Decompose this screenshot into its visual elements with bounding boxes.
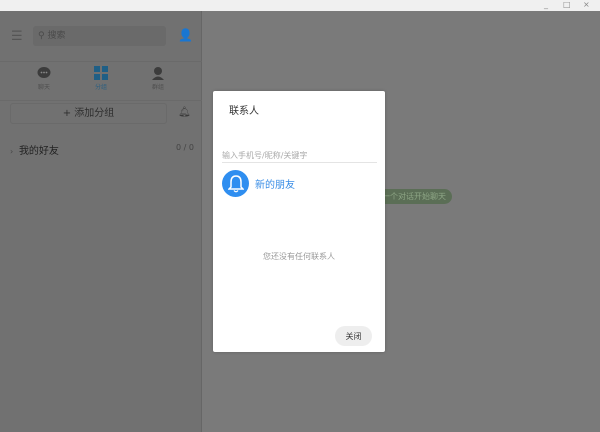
search-input[interactable]: ⚲ 搜索 [33,26,166,46]
bell-icon [222,170,249,197]
contacts-dialog: 联系人 新的朋友 您还没有任何联系人 关闭 [213,91,385,352]
menu-icon[interactable]: ☰ [11,29,23,44]
contact-search-input[interactable] [222,148,377,163]
grid-icon [94,66,108,80]
minimize-button[interactable]: _ [544,0,548,10]
tab-groups[interactable]: 分组 [81,66,121,91]
tab-bar: 聊天 分组 群组 [0,61,202,101]
title-bar: _ □ × [0,0,600,11]
empty-message: 您还没有任何联系人 [263,252,335,261]
notification-bell-icon[interactable]: 🔔︎ [178,107,191,118]
sidebar: ☰ ⚲ 搜索 👤 聊天 分组 群组 + 添加分组 🔔︎ › 我的好友 0 / 0 [0,11,202,432]
add-group-button[interactable]: + 添加分组 [10,103,167,124]
tab-chat[interactable]: 聊天 [24,66,64,91]
tab-group-chats[interactable]: 群组 [138,66,178,91]
add-contact-icon[interactable]: 👤 [178,28,193,42]
people-icon [152,67,164,80]
maximize-button[interactable]: □ [563,0,571,10]
chat-icon [37,67,51,78]
close-window-button[interactable]: × [583,0,590,10]
new-friends-item[interactable]: 新的朋友 [222,170,295,197]
dialog-title: 联系人 [229,106,259,117]
chevron-right-icon: › [10,147,16,156]
close-button[interactable]: 关闭 [335,326,372,346]
group-item[interactable]: › 我的好友 0 / 0 [10,142,194,157]
